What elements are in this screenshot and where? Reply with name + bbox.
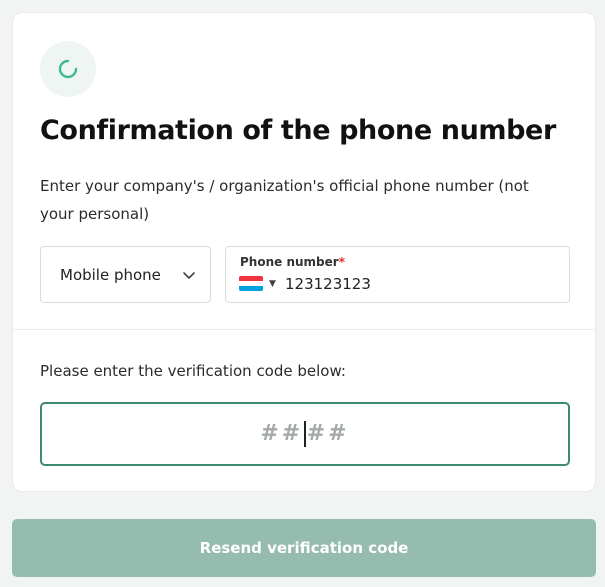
- chevron-down-icon: [182, 267, 196, 286]
- page: Confirmation of the phone number Enter y…: [0, 0, 605, 587]
- section-divider: [13, 329, 595, 330]
- loading-spinner-icon: [40, 41, 96, 97]
- phone-number-field[interactable]: Phone number* ▼: [225, 246, 570, 303]
- country-dropdown-caret-icon[interactable]: ▼: [269, 277, 276, 291]
- verification-code-placeholder: ## ##: [260, 421, 350, 447]
- page-description: Enter your company's / organization's of…: [40, 177, 529, 223]
- phone-type-select[interactable]: Mobile phone: [40, 246, 211, 303]
- page-title: Confirmation of the phone number: [40, 115, 556, 146]
- verification-code-label: Please enter the verification code below…: [40, 362, 346, 380]
- verification-code-input[interactable]: ## ##: [40, 402, 570, 466]
- required-mark: *: [338, 255, 345, 269]
- verification-card: Confirmation of the phone number Enter y…: [12, 12, 596, 492]
- text-caret: [304, 421, 306, 447]
- resend-verification-code-button[interactable]: Resend verification code: [12, 519, 596, 577]
- phone-number-label: Phone number*: [240, 255, 345, 269]
- phone-type-value: Mobile phone: [60, 265, 161, 284]
- phone-number-input[interactable]: [285, 275, 545, 293]
- luxembourg-flag-icon[interactable]: [239, 276, 263, 291]
